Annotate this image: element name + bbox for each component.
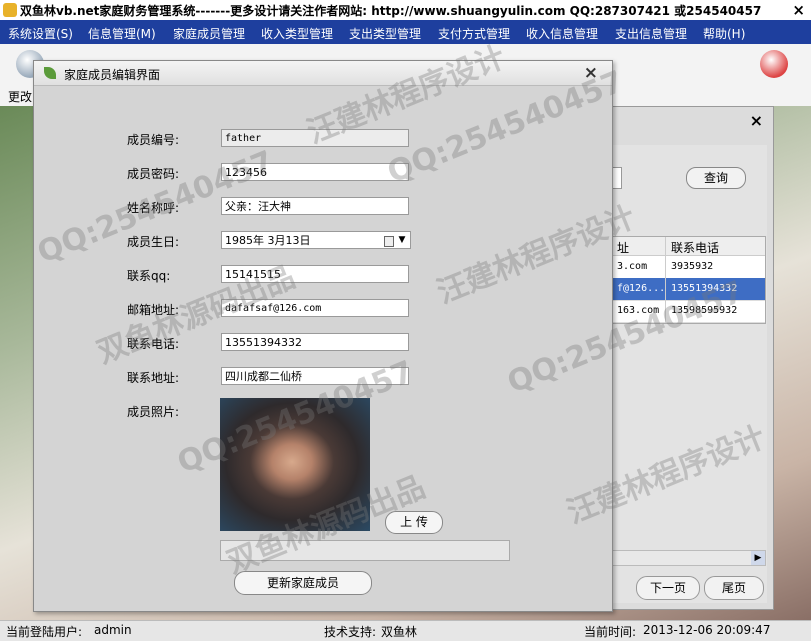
grid-cell: f@126... [617,283,666,294]
close-icon[interactable]: × [584,63,598,83]
grid-cell: 3.com [617,261,648,272]
current-user-value: admin [94,623,132,637]
leaf-icon [44,67,56,79]
table-row[interactable]: f@126... 13551394332 [613,278,765,301]
email-field[interactable]: dafafsaf@126.com [221,299,409,317]
photo-label: 成员照片: [127,405,180,419]
menu-system-settings[interactable]: 系统设置(S) [8,25,73,42]
member-id-field[interactable]: father [221,129,409,147]
app-icon [3,3,17,17]
address-field[interactable]: 四川成都二仙桥 [221,367,409,385]
query-input[interactable] [612,167,622,189]
menu-info-management[interactable]: 信息管理(M) [88,25,156,42]
app-title: 双鱼林vb.net家庭财务管理系统-------更多设计请关注作者网站: htt… [20,4,762,18]
password-field[interactable]: 123456 [221,163,409,181]
menu-expense-types[interactable]: 支出类型管理 [349,25,421,42]
grid-header: 址 联系电话 [613,237,765,256]
close-icon[interactable]: × [792,1,805,19]
menu-expense-info[interactable]: 支出信息管理 [615,25,687,42]
birthday-label: 成员生日: [127,235,180,249]
email-label: 邮箱地址: [127,303,180,317]
name-field[interactable]: 父亲：汪大神 [221,197,409,215]
birthday-datepicker[interactable]: 1985年 3月13日 ▼ [221,231,411,249]
member-edit-dialog: 家庭成员编辑界面 × 成员编号: father 成员密码: 123456 姓名称… [33,60,613,612]
phone-label: 联系电话: [127,337,180,351]
member-grid: 址 联系电话 3.com 3935932 f@126... 1355139433… [612,236,766,324]
current-user-label: 当前登陆用户: [6,625,83,639]
grid-cell: 13551394332 [671,283,738,294]
grid-cell: 163.com [617,305,660,316]
horizontal-scrollbar[interactable]: ▶ [612,550,766,566]
upload-button[interactable]: 上 传 [385,511,443,534]
member-list-panel [609,145,767,603]
query-button[interactable]: 查询 [686,167,746,189]
current-time-value: 2013-12-06 20:09:47 [643,623,771,637]
grid-cell: 13598595932 [671,305,738,316]
phone-field[interactable]: 13551394332 [221,333,409,351]
qq-field[interactable]: 15141515 [221,265,409,283]
menu-help[interactable]: 帮助(H) [703,25,745,42]
qq-label: 联系qq: [127,269,171,283]
name-label: 姓名称呼: [127,201,180,215]
status-bar: 当前登陆用户: admin 技术支持: 双鱼林 当前时间: 2013-12-06… [0,620,811,641]
toolbar-change-label[interactable]: 更改 [8,88,32,105]
close-icon[interactable]: × [750,111,763,130]
last-page-button[interactable]: 尾页 [704,576,764,600]
table-row[interactable]: 163.com 13598595932 [613,300,765,323]
tech-support-label: 技术支持: [324,625,377,639]
exit-icon[interactable] [760,50,788,78]
update-member-button[interactable]: 更新家庭成员 [234,571,372,595]
table-row[interactable]: 3.com 3935932 [613,256,765,279]
member-photo [220,398,370,531]
menu-family-members[interactable]: 家庭成员管理 [173,25,245,42]
app-titlebar: 双鱼林vb.net家庭财务管理系统-------更多设计请关注作者网站: htt… [0,0,811,20]
birthday-value: 1985年 3月13日 [225,234,311,247]
photo-path-field[interactable] [220,540,510,561]
chevron-right-icon[interactable]: ▶ [751,551,765,565]
member-id-label: 成员编号: [127,133,180,147]
menu-income-info[interactable]: 收入信息管理 [526,25,598,42]
grid-header-phone[interactable]: 联系电话 [671,239,719,256]
password-label: 成员密码: [127,167,180,181]
menu-income-types[interactable]: 收入类型管理 [261,25,333,42]
dialog-titlebar: 家庭成员编辑界面 × [34,61,612,86]
menu-payment-methods[interactable]: 支付方式管理 [438,25,510,42]
grid-divider [665,237,666,323]
grid-header-email[interactable]: 址 [617,239,629,256]
menu-bar: 系统设置(S) 信息管理(M) 家庭成员管理 收入类型管理 支出类型管理 支付方… [0,20,811,44]
chevron-down-icon[interactable]: ▼ [396,234,408,246]
next-page-button[interactable]: 下一页 [636,576,700,600]
current-time-label: 当前时间: [584,625,637,639]
address-label: 联系地址: [127,371,180,385]
dialog-title: 家庭成员编辑界面 [64,68,161,82]
grid-cell: 3935932 [671,261,714,272]
calendar-icon[interactable] [384,236,394,247]
tech-support-value: 双鱼林 [381,625,418,639]
